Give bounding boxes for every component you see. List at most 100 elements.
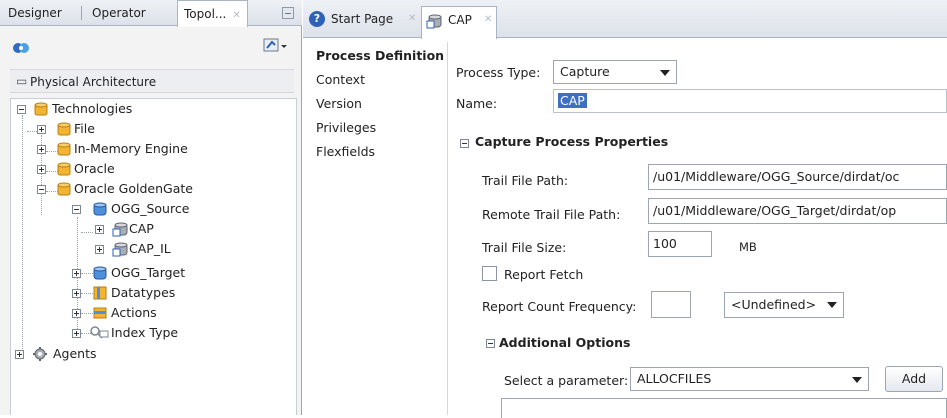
expand-toggle[interactable] [37, 165, 46, 174]
add-button[interactable]: Add [885, 366, 943, 392]
tab-start-page[interactable]: ? Start Page ✕ [307, 6, 419, 32]
trail-file-size-value: 100 [653, 236, 677, 251]
tab-topology-label: Topol... [184, 7, 227, 21]
nav-context[interactable]: Context [316, 72, 365, 87]
tab-start-page-label: Start Page [331, 12, 394, 26]
close-icon[interactable]: ✕ [232, 10, 240, 21]
report-fetch-checkbox[interactable] [482, 266, 497, 281]
collapse-toggle[interactable] [37, 185, 46, 194]
trail-file-size-field[interactable]: 100 [648, 231, 712, 257]
report-count-frequency-label: Report Count Frequency: [482, 299, 637, 314]
close-icon[interactable]: ✕ [484, 7, 492, 33]
connect-navigator-icon[interactable] [12, 40, 30, 56]
tab-designer[interactable]: Designer [2, 0, 68, 26]
expand-toggle[interactable] [72, 289, 81, 298]
tree-node-label: OGG_Target [111, 265, 186, 280]
collapse-icon[interactable] [460, 139, 469, 148]
folder-icon [33, 101, 49, 123]
expand-toggle[interactable] [72, 329, 81, 338]
parameters-list[interactable] [501, 398, 947, 418]
report-count-frequency-field[interactable] [651, 291, 691, 318]
tab-topology[interactable]: Topol... ✕ [177, 0, 248, 27]
expand-toggle[interactable] [15, 350, 24, 359]
navigator-tab-bar: Designer Operator Topol... ✕ [0, 0, 302, 27]
tree-node-label: Technologies [52, 101, 133, 116]
minimize-icon[interactable] [282, 7, 294, 19]
additional-options-header[interactable]: Additional Options [499, 335, 630, 350]
topology-menu-button[interactable] [262, 37, 290, 55]
expand-toggle[interactable] [72, 309, 81, 318]
nav-process-definition[interactable]: Process Definition [316, 48, 444, 63]
process-cylinder-icon [112, 221, 130, 243]
report-fetch-label: Report Fetch [504, 267, 584, 282]
physical-architecture-header[interactable]: ▭ Physical Architecture [10, 69, 294, 93]
expand-toggle[interactable] [72, 269, 81, 278]
folder-icon [56, 161, 72, 183]
process-type-value: Capture [560, 64, 610, 79]
collapse-toggle[interactable] [72, 205, 81, 214]
chevron-down-icon [660, 70, 670, 76]
tree-node-label: CAP [129, 221, 154, 236]
tree-node-label: Actions [111, 305, 157, 320]
tab-divider [81, 6, 82, 20]
actions-icon [92, 305, 108, 327]
add-button-label: Add [901, 371, 927, 386]
expand-toggle[interactable] [37, 125, 46, 134]
trail-file-path-field[interactable]: /u01/Middleware/OGG_Source/dirdat/oc [648, 164, 947, 190]
tree-node-label: In-Memory Engine [74, 141, 188, 156]
tab-operator-label: Operator [92, 6, 146, 20]
parameter-select-value: ALLOCFILES [637, 371, 712, 386]
datatypes-icon [92, 285, 108, 307]
folder-icon [56, 121, 72, 143]
nav-flexfields[interactable]: Flexfields [316, 144, 375, 159]
gear-icon [32, 346, 48, 368]
close-icon[interactable]: ✕ [408, 6, 416, 32]
collapse-toggle[interactable] [17, 105, 26, 114]
name-label: Name: [456, 96, 498, 111]
tree-node-label: Agents [53, 346, 97, 361]
trail-file-path-label: Trail File Path: [482, 173, 569, 188]
topology-tree: Technologies File In-Memory Engine Oracl… [10, 98, 297, 415]
tree-node-label: Oracle GoldenGate [74, 181, 193, 196]
tab-operator[interactable]: Operator [86, 0, 152, 26]
process-cylinder-icon [426, 12, 444, 38]
name-field[interactable]: CAP [553, 89, 947, 113]
process-cylinder-icon [112, 241, 130, 263]
tree-node-label: File [74, 121, 95, 136]
remote-trail-file-path-value: /u01/Middleware/OGG_Target/dirdat/op [653, 203, 897, 218]
chevron-down-icon [852, 377, 862, 383]
folder-icon [56, 181, 72, 203]
tree-node-label: CAP_IL [129, 241, 171, 256]
report-count-unit-value: <Undefined> [731, 297, 817, 312]
expand-toggle[interactable] [37, 145, 46, 154]
tree-node-label: Index Type [111, 325, 179, 340]
collapse-icon[interactable]: ▭ [16, 74, 27, 88]
process-definition-form: Process Type: Capture Name: CAP Capture … [449, 42, 947, 418]
process-type-select[interactable]: Capture [553, 60, 677, 84]
tree-node-label: Datatypes [111, 285, 176, 300]
select-parameter-label: Select a parameter: [504, 373, 629, 388]
remote-trail-file-path-field[interactable]: /u01/Middleware/OGG_Target/dirdat/op [648, 198, 947, 224]
tree-node-label: Oracle [74, 161, 115, 176]
physical-architecture-label: Physical Architecture [30, 75, 157, 89]
expand-toggle[interactable] [95, 245, 104, 254]
collapse-icon[interactable] [486, 339, 495, 348]
nav-privileges[interactable]: Privileges [316, 120, 376, 135]
tab-cap[interactable]: CAP ✕ [421, 6, 497, 39]
folder-icon [56, 141, 72, 163]
nav-version[interactable]: Version [316, 96, 362, 111]
parameter-select[interactable]: ALLOCFILES [630, 367, 869, 391]
data-server-icon [92, 265, 108, 287]
report-count-unit-select[interactable]: <Undefined> [724, 292, 844, 318]
expand-toggle[interactable] [95, 225, 104, 234]
trail-file-size-unit: MB [739, 240, 757, 254]
chevron-down-icon [827, 302, 837, 308]
trail-file-size-label: Trail File Size: [482, 240, 567, 255]
tab-cap-label: CAP [448, 13, 472, 27]
process-type-label: Process Type: [456, 65, 541, 80]
trail-file-path-value: /u01/Middleware/OGG_Source/dirdat/oc [653, 169, 900, 184]
data-server-icon [92, 201, 108, 223]
help-icon: ? [309, 11, 325, 27]
capture-properties-header[interactable]: Capture Process Properties [475, 134, 668, 149]
remote-trail-file-path-label: Remote Trail File Path: [482, 207, 621, 222]
